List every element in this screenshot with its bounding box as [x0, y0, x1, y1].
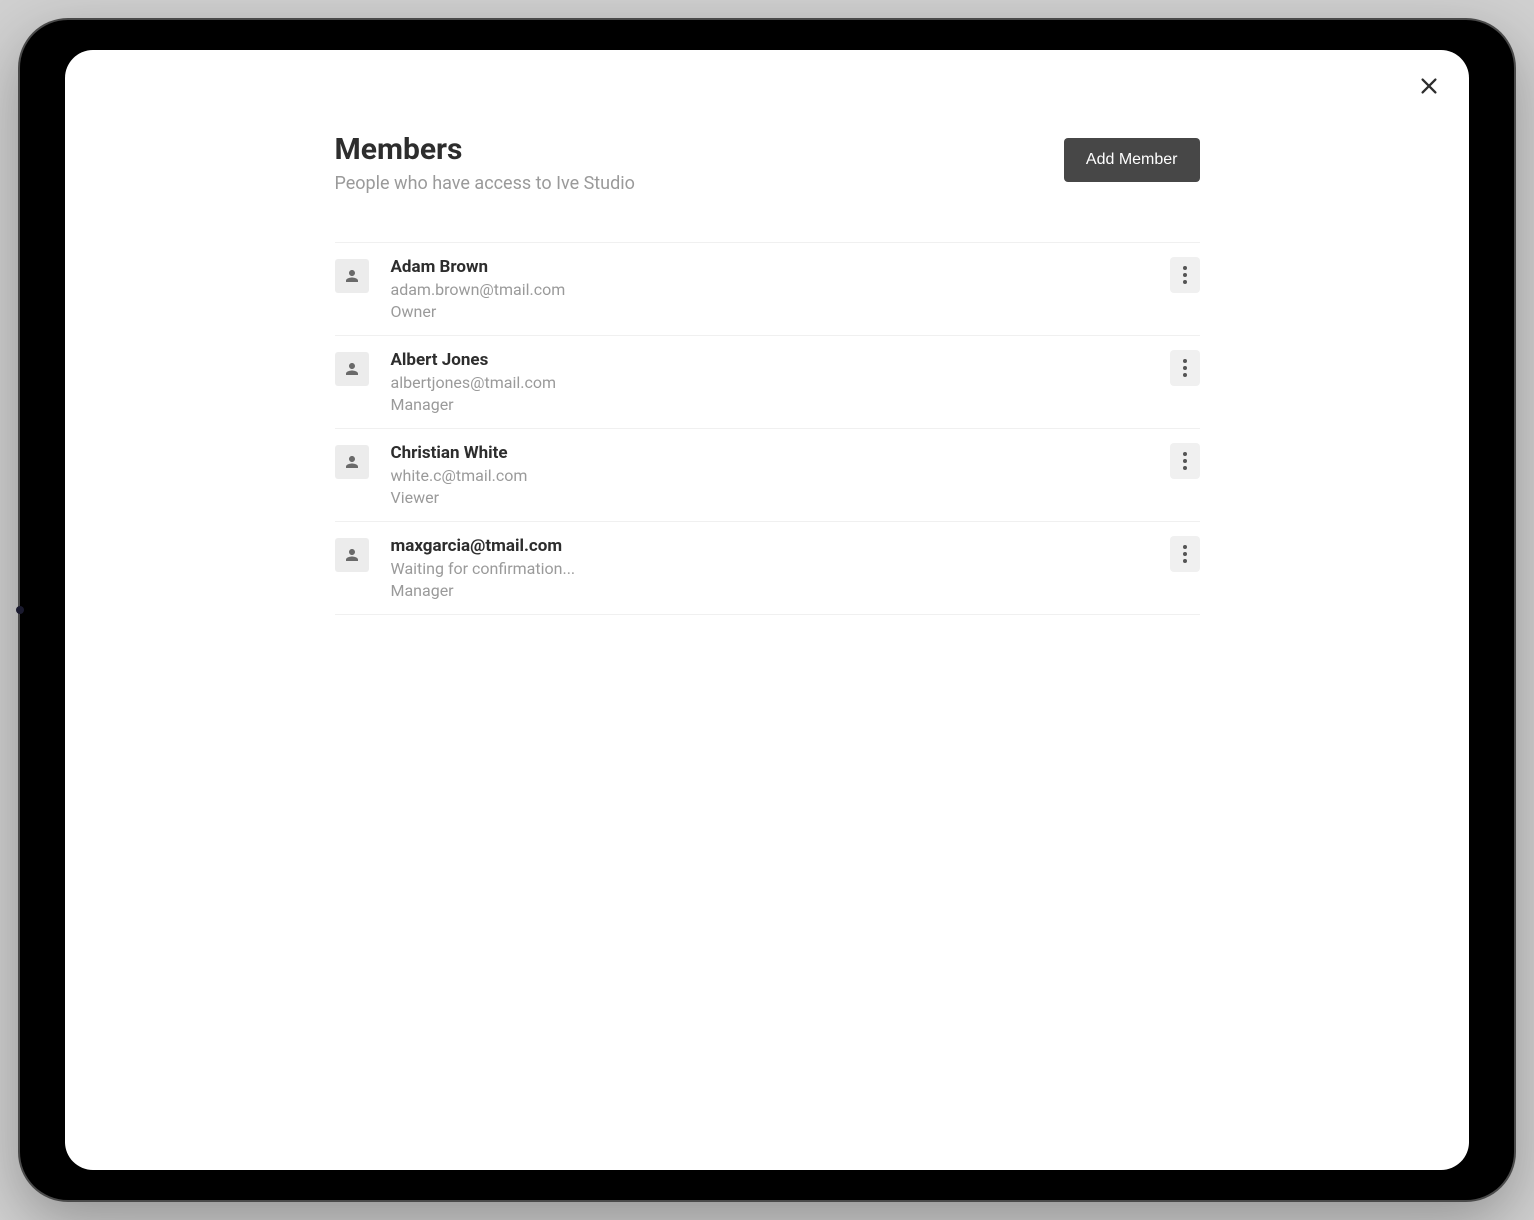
member-role: Manager	[391, 395, 1170, 414]
screen: Members People who have access to Ive St…	[65, 50, 1469, 1170]
avatar	[335, 445, 369, 479]
member-more-button[interactable]	[1170, 443, 1200, 479]
member-role: Manager	[391, 581, 1170, 600]
person-icon	[343, 453, 361, 471]
person-icon	[343, 360, 361, 378]
person-icon	[343, 267, 361, 285]
member-role: Owner	[391, 302, 1170, 321]
member-status: Waiting for confirmation...	[391, 559, 1170, 578]
avatar	[335, 538, 369, 572]
member-info: Albert Jones albertjones@tmail.com Manag…	[391, 350, 1170, 414]
page-header: Members People who have access to Ive St…	[335, 132, 1200, 194]
member-name: Albert Jones	[391, 350, 1170, 370]
person-icon	[343, 546, 361, 564]
member-email: albertjones@tmail.com	[391, 373, 1170, 392]
member-more-button[interactable]	[1170, 536, 1200, 572]
member-row: Adam Brown adam.brown@tmail.com Owner	[335, 243, 1200, 336]
member-name: Christian White	[391, 443, 1170, 463]
member-email: adam.brown@tmail.com	[391, 280, 1170, 299]
member-list: Adam Brown adam.brown@tmail.com Owner Al…	[335, 242, 1200, 615]
member-row: Christian White white.c@tmail.com Viewer	[335, 429, 1200, 522]
member-more-button[interactable]	[1170, 350, 1200, 386]
page-subtitle: People who have access to Ive Studio	[335, 173, 635, 194]
more-vertical-icon	[1183, 359, 1187, 377]
member-row: maxgarcia@tmail.com Waiting for confirma…	[335, 522, 1200, 615]
member-info: maxgarcia@tmail.com Waiting for confirma…	[391, 536, 1170, 600]
close-button[interactable]	[1411, 68, 1447, 104]
header-text-block: Members People who have access to Ive St…	[335, 132, 635, 194]
avatar	[335, 259, 369, 293]
member-name: Adam Brown	[391, 257, 1170, 277]
member-info: Christian White white.c@tmail.com Viewer	[391, 443, 1170, 507]
avatar	[335, 352, 369, 386]
page-title: Members	[335, 132, 635, 167]
member-row: Albert Jones albertjones@tmail.com Manag…	[335, 336, 1200, 429]
tablet-device-frame: Members People who have access to Ive St…	[20, 20, 1514, 1200]
more-vertical-icon	[1183, 266, 1187, 284]
member-role: Viewer	[391, 488, 1170, 507]
member-info: Adam Brown adam.brown@tmail.com Owner	[391, 257, 1170, 321]
member-email: white.c@tmail.com	[391, 466, 1170, 485]
more-vertical-icon	[1183, 545, 1187, 563]
add-member-button[interactable]: Add Member	[1064, 138, 1200, 182]
more-vertical-icon	[1183, 452, 1187, 470]
member-name: maxgarcia@tmail.com	[391, 536, 1170, 556]
close-icon	[1418, 75, 1440, 97]
main-content: Members People who have access to Ive St…	[335, 50, 1200, 615]
member-more-button[interactable]	[1170, 257, 1200, 293]
